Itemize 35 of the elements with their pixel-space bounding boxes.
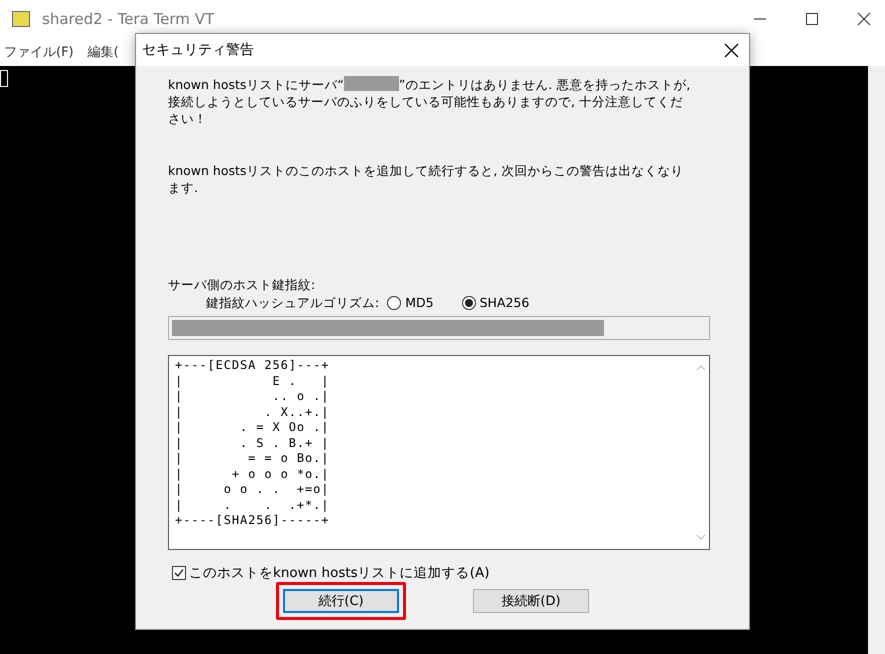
radio-option[interactable]: SHA256 [462,293,530,313]
checkbox-label: このホストをknown hostsリストに追加する(A) [189,564,490,582]
radio-option[interactable]: MD5 [387,293,434,313]
randomart-line: | + o o o *o.| [175,466,330,482]
radio-button[interactable] [462,296,476,310]
checkbox[interactable] [172,566,186,580]
randomart-line: | .. o .| [175,389,330,404]
randomart-line: | . . .+*.| [175,498,330,513]
scrollbar[interactable] [868,66,885,654]
randomart-line: | . = X Oo .| [175,420,330,436]
window-title: shared2 - Tera Term VT [42,10,214,28]
cursor [0,70,8,87]
close-icon[interactable] [724,42,739,58]
algorithm-label: 鍵指紋ハッシュアルゴリズム: [206,294,380,312]
app-icon [12,11,30,27]
randomart-line: | E . | [175,374,330,389]
maximize-icon[interactable] [805,12,819,26]
fingerprint-field[interactable] [168,316,710,340]
randomart-line: | . S . B.+ | [175,436,330,451]
close-icon[interactable] [857,12,871,26]
menu-item[interactable]: 編集( [88,43,119,61]
add-host-checkbox[interactable]: このホストをknown hostsリストに追加する(A) [168,564,725,582]
randomart-line: +----[SHA256]-----+ [175,513,330,528]
menu-item[interactable]: ファイル(F) [4,43,74,61]
randomart-line: | = = o Bo.| [175,451,330,466]
fingerprint-label: サーバ側のホスト鍵指紋: [168,276,316,293]
randomart-line: | . X..+.| [175,404,330,420]
randomart-line: +---[ECDSA 256]---+ [175,358,330,374]
dialog-button[interactable]: 続行(C) [283,589,399,613]
dialog-title: セキュリティ警告 [142,41,254,59]
warning-message: known hostsリストにサーバ“ ”のエントリはありません. 悪意を持ったホストが, 接続しようとしているサーバのふりをしている可能性もありますので, 十分注意してください！ [168,76,692,127]
note-text: known hostsリストのこのホストを追加して続行すると, 次回からこの警告は出なくなります. [168,162,684,196]
randomart-line: | o o . . +=o| [175,482,330,498]
dialog-button[interactable]: 接続断(D) [473,589,589,613]
radio-button[interactable] [387,296,402,310]
